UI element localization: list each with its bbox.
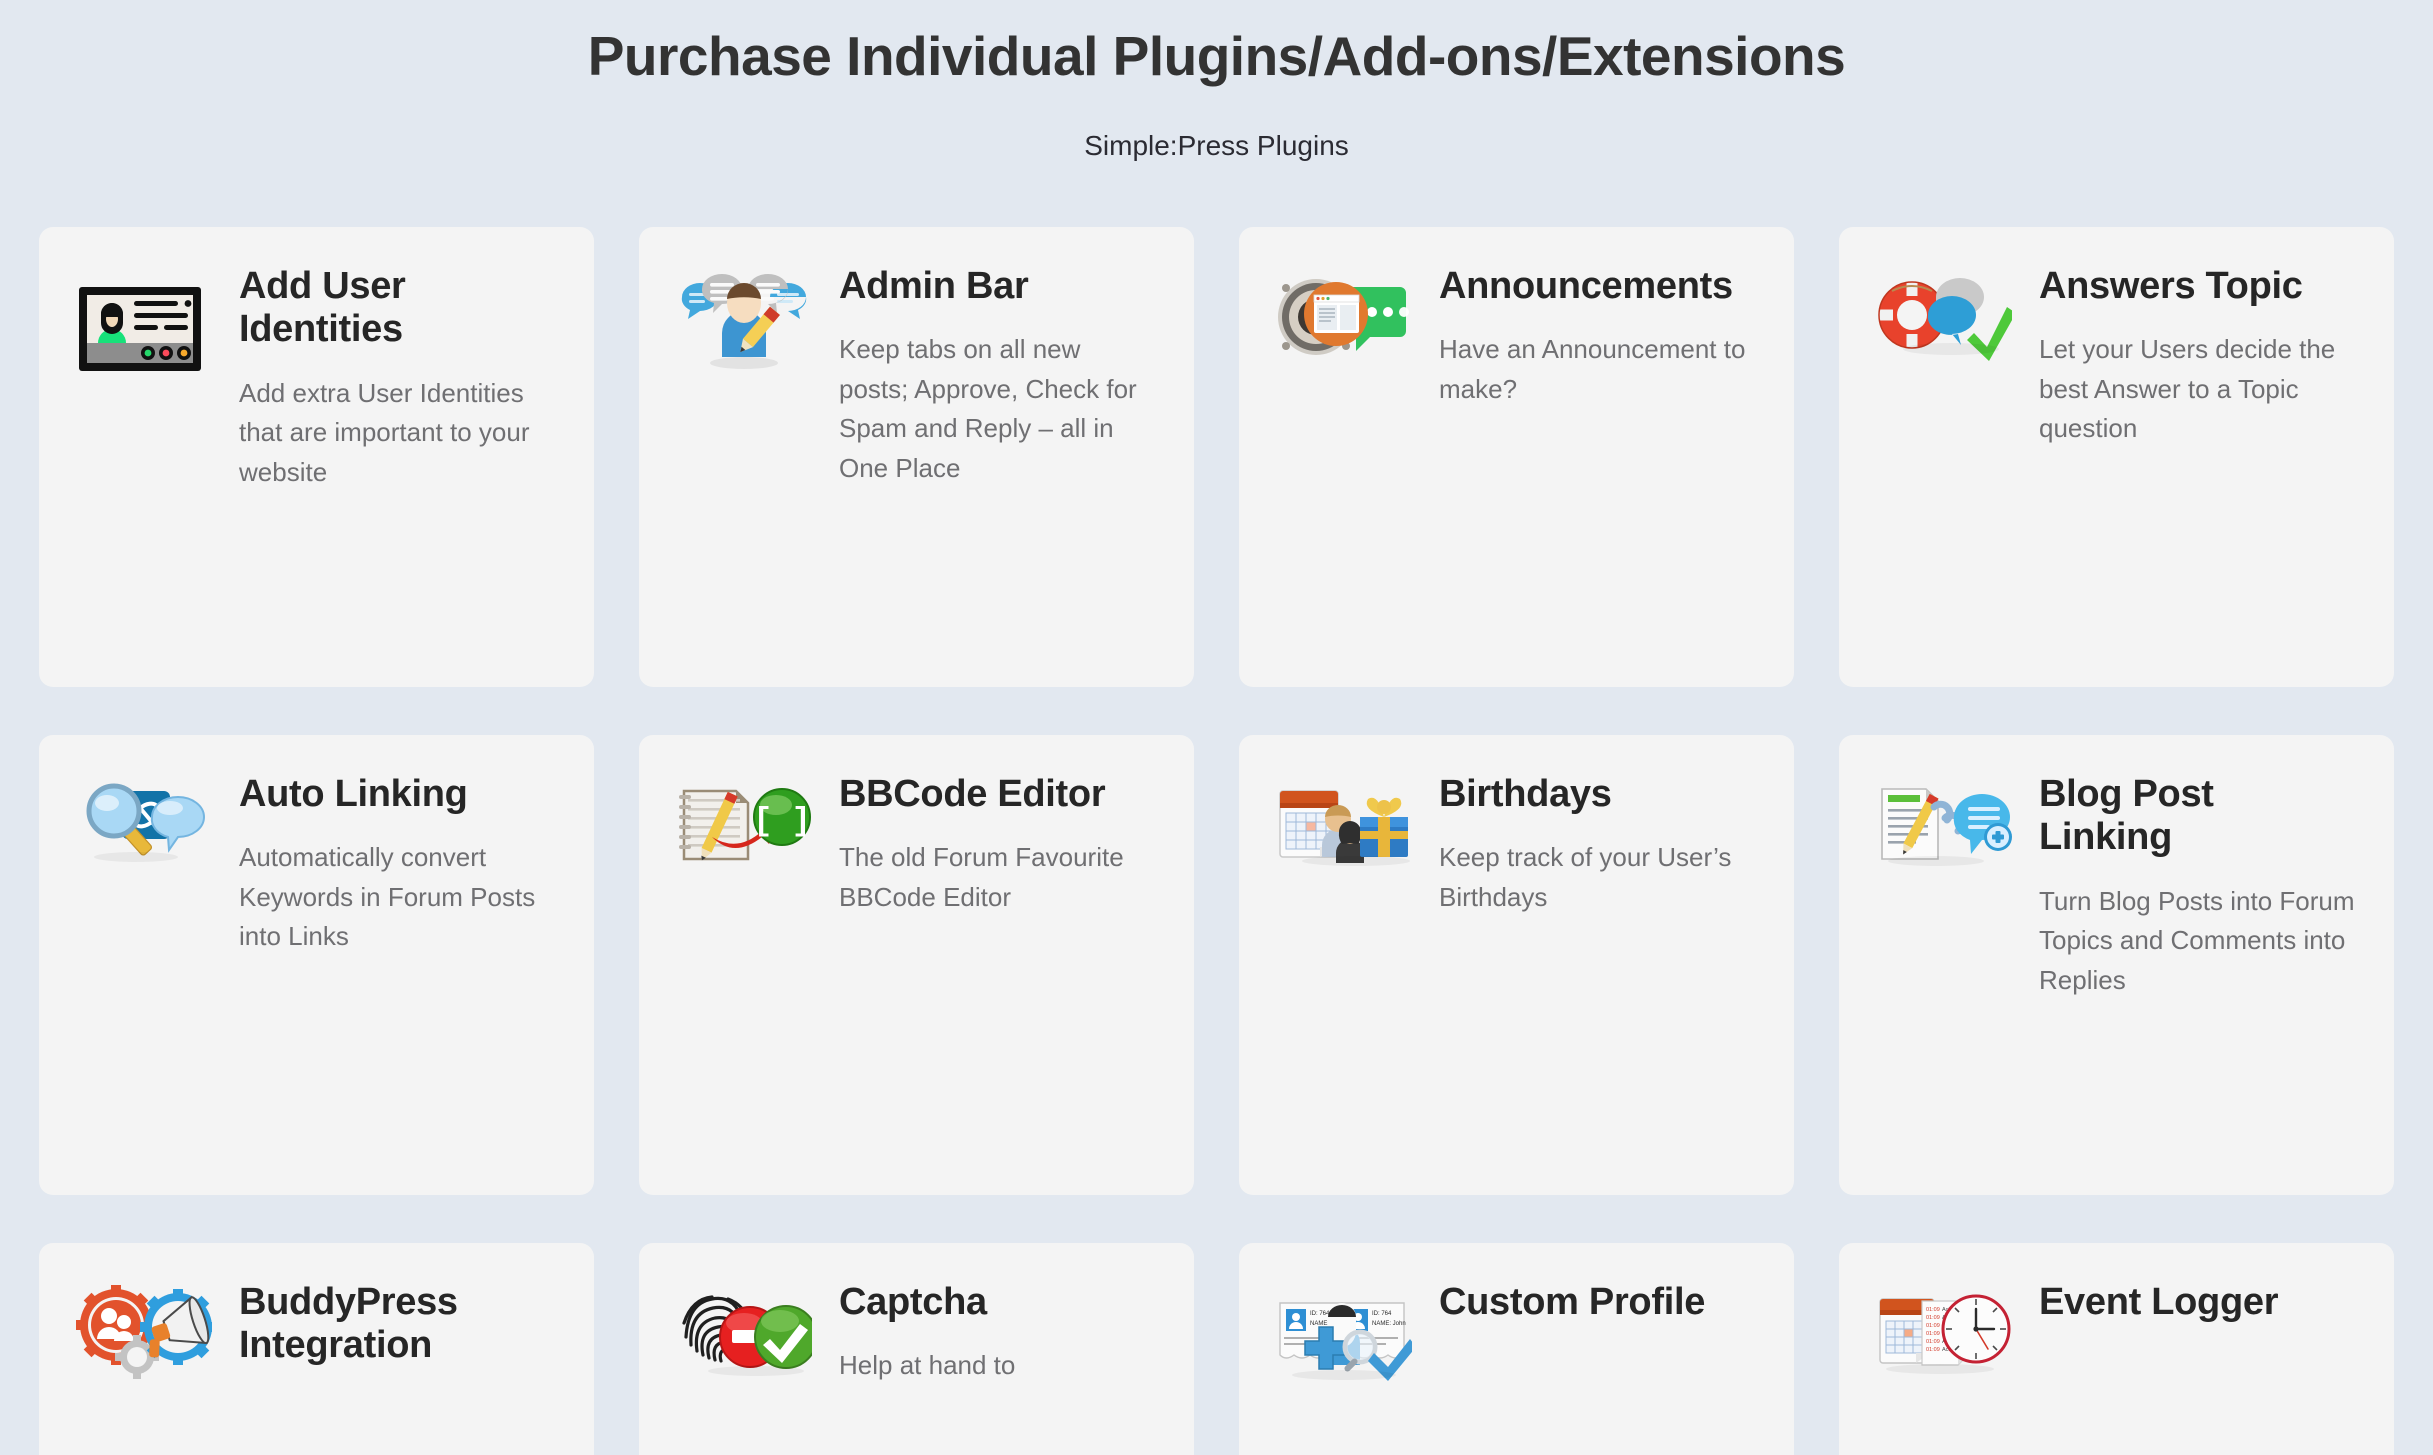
loudspeaker-window-chat-icon (1273, 265, 1415, 373)
plugin-card-title: Event Logger (2039, 1281, 2279, 1324)
plugin-card-description: Automatically convert Keywords in Forum … (239, 842, 536, 952)
plugin-card[interactable]: ID: 764 NAME: John ID: 764 NAME: John Cu… (1239, 1243, 1794, 1455)
plugin-card-title: Captcha (839, 1281, 987, 1324)
plugin-card[interactable]: Auto Linking Automatically convert Keywo… (39, 735, 594, 1196)
plugin-card[interactable]: [ ] BBCode Editor The old Forum Favourit… (639, 735, 1194, 1196)
plugin-card[interactable]: Add User Identities Add extra User Ident… (39, 227, 594, 688)
svg-text:ID: 764: ID: 764 (1310, 1311, 1330, 1317)
plugin-card-description: Help at hand to (839, 1350, 1016, 1381)
plugin-card-title: Birthdays (1439, 773, 1612, 816)
lifebuoy-chat-checkmark-icon (1873, 265, 2015, 373)
svg-text:NAME: John: NAME: John (1372, 1321, 1406, 1327)
plugin-card[interactable]: Admin Bar Keep tabs on all new posts; Ap… (639, 227, 1194, 688)
plugins-purchase-page: Purchase Individual Plugins/Add-ons/Exte… (0, 0, 2433, 1455)
calendar-users-gift-icon (1273, 773, 1415, 881)
page-title: Purchase Individual Plugins/Add-ons/Exte… (587, 25, 1846, 87)
plugin-card-description: Turn Blog Posts into Forum Topics and Co… (2039, 885, 2355, 995)
svg-text:01:09: 01:09 (1926, 1347, 1940, 1353)
plugin-card-description: Have an Announcement to make? (1439, 334, 1746, 404)
plugin-cards-grid: Add User Identities Add extra User Ident… (39, 227, 2394, 1455)
plugin-card[interactable]: Captcha Help at hand to (639, 1243, 1194, 1455)
plugin-card-title: Custom Profile (1439, 1281, 1706, 1324)
plugin-card[interactable]: Birthdays Keep track of your User’s Birt… (1239, 735, 1794, 1196)
magnifier-link-chat-icon (73, 773, 215, 881)
svg-text:01:09: 01:09 (1926, 1323, 1940, 1329)
calendar-log-clock-icon: 01:09Action A1 01:09Action A2 01:09Actio… (1873, 1281, 2015, 1389)
svg-text:01:09: 01:09 (1926, 1307, 1940, 1313)
speech-bubbles-user-pencil-icon (673, 265, 815, 373)
document-chain-chat-plus-icon (1873, 773, 2015, 881)
plugin-card[interactable]: BuddyPress Integration (39, 1243, 594, 1455)
plugin-card-description: Keep track of your User’s Birthdays (1439, 842, 1732, 912)
gears-users-megaphone-icon (73, 1281, 215, 1389)
plugin-card[interactable]: Announcements Have an Announcement to ma… (1239, 227, 1794, 688)
notepad-arrow-brackets-icon: [ ] (673, 773, 815, 881)
fingerprint-deny-approve-icon (673, 1281, 815, 1389)
plugin-card[interactable]: 01:09Action A1 01:09Action A2 01:09Actio… (1839, 1243, 2394, 1455)
svg-text:01:09: 01:09 (1926, 1339, 1940, 1345)
page-header: Purchase Individual Plugins/Add-ons/Exte… (39, 0, 2394, 162)
svg-text:01:09: 01:09 (1926, 1331, 1940, 1337)
svg-text:01:09: 01:09 (1926, 1315, 1940, 1321)
plugin-card-description: Let your Users decide the best Answer to… (2039, 334, 2336, 444)
id-cards-plus-magnifier-check-icon: ID: 764 NAME: John ID: 764 NAME: John (1273, 1281, 1415, 1389)
plugin-card-title: Answers Topic (2039, 265, 2303, 308)
plugin-card[interactable]: Answers Topic Let your Users decide the … (1839, 227, 2394, 688)
plugin-card[interactable]: Blog Post Linking Turn Blog Posts into F… (1839, 735, 2394, 1196)
plugin-card-title: BuddyPress Integration (239, 1281, 458, 1367)
plugin-card-title: BBCode Editor (839, 773, 1106, 816)
id-card-user-icon (73, 265, 215, 373)
plugin-card-description: Add extra User Identities that are impor… (239, 377, 530, 487)
svg-text:ID: 764: ID: 764 (1372, 1311, 1392, 1317)
plugin-card-description: The old Forum Favourite BBCode Editor (839, 842, 1124, 912)
plugin-card-title: Announcements (1439, 265, 1733, 308)
svg-text:[ ]: [ ] (753, 803, 811, 840)
plugin-card-title: Admin Bar (839, 265, 1029, 308)
plugin-card-title: Blog Post Linking (2039, 773, 2214, 859)
plugin-card-description: Keep tabs on all new posts; Approve, Che… (839, 334, 1137, 483)
plugin-card-title: Add User Identities (239, 265, 406, 351)
page-subtitle: Simple:Press Plugins (1084, 129, 1349, 161)
plugin-card-title: Auto Linking (239, 773, 468, 816)
